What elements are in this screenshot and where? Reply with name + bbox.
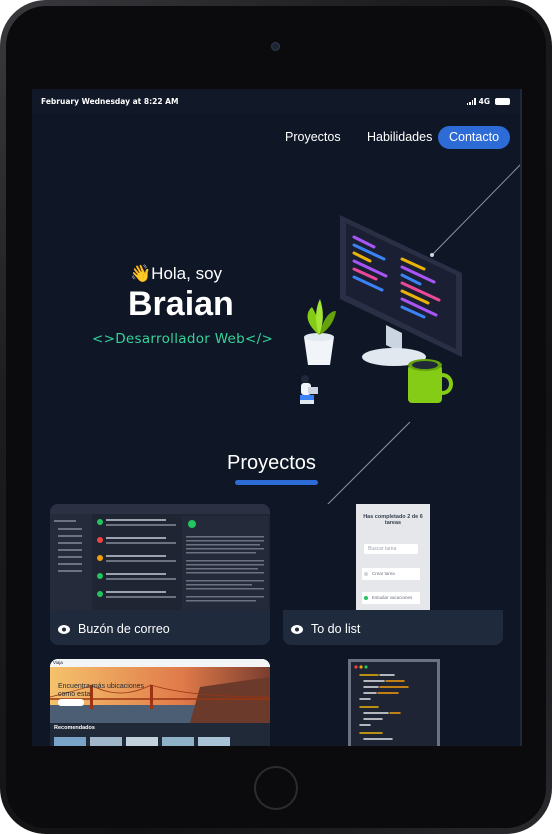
- todo-preview-panel: Has completado 2 de 6 tareas Buscar tare…: [356, 504, 430, 610]
- travel-preview-footer: Recomendados: [50, 723, 270, 746]
- home-button[interactable]: [254, 766, 298, 810]
- nav-item-habilidades[interactable]: Habilidades: [367, 130, 432, 144]
- todo-card-label: To do list: [291, 622, 360, 636]
- greeting-text: Hola, soy: [151, 264, 223, 283]
- hero-greeting: 👋Hola, soy: [130, 264, 222, 284]
- todo-card-title: To do list: [311, 622, 361, 636]
- todo-preview-heading: Has completado 2 de 6 tareas: [363, 514, 423, 526]
- travel-preview-brand: Viaja: [53, 660, 63, 665]
- mailbox-card-label: Buzón de correo: [58, 622, 170, 636]
- todo-preview: Has completado 2 de 6 tareas Buscar tare…: [283, 504, 503, 610]
- nav-contact-button[interactable]: Contacto: [438, 126, 510, 149]
- tablet-frame: February Wednesday at 8:22 AM 4G Proyect…: [0, 0, 552, 834]
- project-card-mailbox[interactable]: Buzón de correo: [50, 504, 270, 645]
- project-card-travel[interactable]: Viaja Encuentra más ubicaciones como est…: [50, 659, 270, 746]
- todo-check-icon: [364, 572, 368, 576]
- travel-thumb: [54, 737, 86, 746]
- battery-icon: [495, 98, 510, 105]
- travel-thumb: [126, 737, 158, 746]
- travel-thumb: [162, 737, 194, 746]
- code-editor-preview: [348, 659, 440, 746]
- screen-edge: [520, 89, 522, 746]
- travel-preview-section: Recomendados: [54, 725, 95, 731]
- mailbox-preview: [50, 504, 270, 610]
- decorative-lines: [286, 162, 522, 546]
- screen: February Wednesday at 8:22 AM 4G Proyect…: [32, 89, 522, 746]
- todo-check-icon: [364, 596, 368, 600]
- wave-icon: 👋: [130, 264, 152, 283]
- mailbox-card-title: Buzón de correo: [78, 622, 170, 636]
- todo-preview-item: Estudiar vacaciones: [362, 592, 420, 604]
- todo-preview-item: Crear tarea: [362, 568, 420, 580]
- hero-name: Braian: [128, 285, 234, 323]
- travel-preview-topbar: Viaja: [50, 659, 270, 667]
- project-card-code[interactable]: [283, 659, 503, 746]
- signal-icon: [466, 98, 476, 105]
- network-label: 4G: [478, 97, 490, 106]
- projects-title-underline: [235, 480, 318, 485]
- status-time: February Wednesday at 8:22 AM: [41, 97, 179, 106]
- travel-thumb: [90, 737, 122, 746]
- eye-icon: [291, 624, 303, 634]
- hero-role: <>Desarrollador Web</>: [92, 331, 274, 347]
- developer-illustration-icon: [300, 215, 462, 404]
- travel-preview-hero-text: Encuentra más ubicaciones como esta: [58, 683, 144, 698]
- travel-thumb: [198, 737, 230, 746]
- projects-title: Proyectos: [227, 452, 316, 474]
- todo-preview-search: Buscar tarea: [364, 544, 418, 554]
- project-card-todo[interactable]: Has completado 2 de 6 tareas Buscar tare…: [283, 504, 503, 645]
- nav-item-proyectos[interactable]: Proyectos: [285, 130, 341, 144]
- front-camera: [271, 42, 280, 51]
- status-right: 4G: [466, 97, 510, 106]
- eye-icon: [58, 624, 70, 634]
- status-bar: February Wednesday at 8:22 AM 4G: [32, 89, 522, 114]
